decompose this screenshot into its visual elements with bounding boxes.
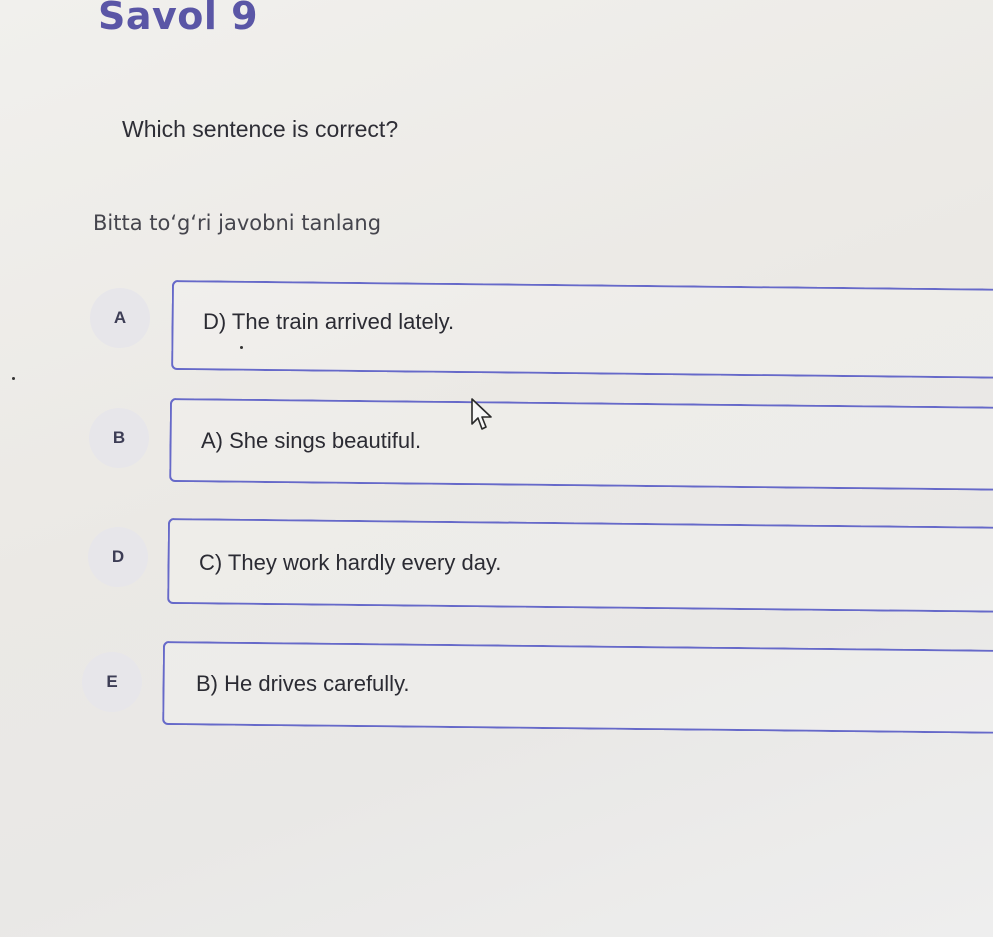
option-text: D) The train arrived lately. [203, 309, 455, 334]
mouse-pointer-icon [471, 398, 492, 430]
question-text: Which sentence is correct? [122, 116, 399, 142]
instruction-text: Bitta to‘g‘ri javobni tanlang [93, 211, 382, 235]
option-letter-badge: A [90, 288, 150, 348]
option-text: C) They work hardly every day. [199, 550, 502, 575]
option-letter-badge: D [88, 527, 148, 587]
option-letter-badge: E [82, 652, 142, 712]
option-letter-badge: B [89, 408, 149, 468]
question-number-title: Savol 9 [98, 0, 259, 38]
screen-speck [240, 346, 243, 349]
quiz-page: Savol 9 Which sentence is correct? Bitta… [0, 0, 993, 937]
option-text: B) He drives carefully. [196, 671, 410, 696]
option-text: A) She sings beautiful. [201, 428, 422, 453]
screen-speck [12, 377, 15, 380]
